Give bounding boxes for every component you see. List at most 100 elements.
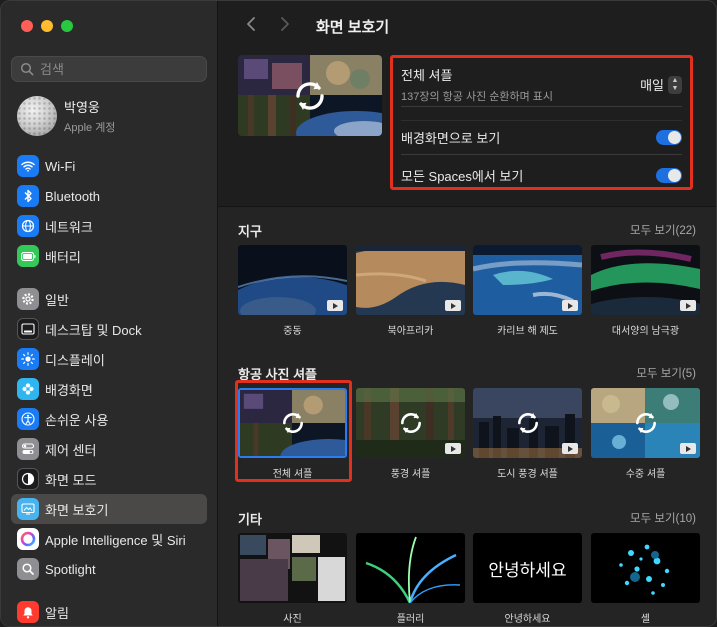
tile-middle-east[interactable]: 중동 bbox=[238, 245, 347, 337]
sidebar-item-label: 디스플레이 bbox=[45, 352, 105, 368]
sidebar-item-screensaver[interactable]: 화면 보호기 bbox=[11, 494, 207, 524]
tile-image bbox=[591, 245, 700, 315]
tile-image bbox=[238, 533, 347, 603]
tile-photos[interactable]: 사진 bbox=[238, 533, 347, 625]
hello-art-text: 안녕하세요 bbox=[488, 560, 567, 581]
tile-label: 셸 bbox=[640, 614, 651, 625]
spaces-toggle[interactable] bbox=[656, 168, 682, 183]
account-name: 박영웅 bbox=[64, 100, 100, 115]
chevron-right-icon bbox=[281, 16, 289, 31]
shuffle-icon bbox=[635, 412, 656, 434]
sidebar-item-displays[interactable]: 디스플레이 bbox=[11, 344, 207, 374]
tile-image bbox=[356, 245, 465, 315]
sidebar-item-siri[interactable]: Apple Intelligence 및 Siri bbox=[11, 524, 207, 554]
play-icon bbox=[562, 443, 578, 454]
play-icon bbox=[445, 300, 461, 311]
bell-icon bbox=[17, 601, 39, 623]
sidebar-item-spotlight[interactable]: Spotlight bbox=[11, 554, 207, 584]
play-icon bbox=[327, 300, 343, 311]
tile-caribbean[interactable]: 카리브 해 제도 bbox=[473, 245, 582, 337]
avatar bbox=[17, 96, 57, 136]
tile-shuffle-underwater[interactable]: 수중 셔플 bbox=[591, 388, 700, 480]
search-field[interactable] bbox=[11, 56, 207, 82]
divider bbox=[401, 154, 682, 155]
frequency-select[interactable]: 매일 ▲ ▼ bbox=[640, 75, 682, 94]
sidebar-item-network[interactable]: 네트워크 bbox=[11, 211, 207, 241]
divider bbox=[401, 106, 682, 107]
sidebar-item-control-center[interactable]: 제어 센터 bbox=[11, 434, 207, 464]
tile-image bbox=[591, 533, 700, 603]
sidebar-item-label: 화면 모드 bbox=[45, 472, 97, 488]
forward-button[interactable] bbox=[272, 15, 298, 38]
tile-image bbox=[238, 388, 347, 458]
tile-shell[interactable]: 셸 bbox=[591, 533, 700, 625]
sidebar-item-desktop-dock[interactable]: 데스크탑 및 Dock bbox=[11, 314, 207, 344]
tile-aurora-atlantic[interactable]: 대서양의 남극광 bbox=[591, 245, 700, 337]
tile-shuffle-landscape[interactable]: 풍경 셔플 bbox=[356, 388, 465, 480]
section-title-other: 기타 bbox=[238, 512, 262, 527]
sidebar-item-notifications[interactable]: 알림 bbox=[11, 597, 207, 626]
sidebar-item-accessibility[interactable]: 손쉬운 사용 bbox=[11, 404, 207, 434]
tile-image bbox=[473, 388, 582, 458]
spaces-row: 모든 Spaces에서 보기 bbox=[401, 166, 682, 185]
wallpaper-row: 배경화면으로 보기 bbox=[401, 128, 682, 147]
sidebar-item-label: 배경화면 bbox=[45, 382, 93, 398]
account-row[interactable]: 박영웅 Apple 계정 bbox=[17, 96, 115, 136]
globe-icon bbox=[17, 215, 39, 237]
spotlight-icon bbox=[17, 558, 39, 580]
sidebar-item-wifi[interactable]: Wi-Fi bbox=[11, 151, 207, 181]
sidebar-item-battery[interactable]: 배터리 bbox=[11, 241, 207, 271]
zoom-button[interactable] bbox=[61, 20, 73, 32]
play-icon bbox=[562, 300, 578, 311]
sidebar-item-general[interactable]: 일반 bbox=[11, 284, 207, 314]
battery-icon bbox=[17, 245, 39, 267]
play-icon bbox=[680, 443, 696, 454]
wallpaper-toggle[interactable] bbox=[656, 130, 682, 145]
wallpaper-label: 배경화면으로 보기 bbox=[401, 131, 501, 146]
flower-icon bbox=[17, 378, 39, 400]
tile-label: 대서양의 남극광 bbox=[611, 326, 680, 337]
tile-label: 플러리 bbox=[396, 614, 425, 625]
siri-icon bbox=[17, 528, 39, 550]
back-button[interactable] bbox=[238, 15, 264, 38]
shuffle-title: 전체 셔플 bbox=[401, 68, 453, 83]
tile-label: 전체 셔플 bbox=[272, 469, 313, 480]
switches-icon bbox=[17, 438, 39, 460]
show-all-earth-button[interactable]: 모두 보기(22) bbox=[630, 222, 696, 238]
sidebar-item-appearance[interactable]: 화면 모드 bbox=[11, 464, 207, 494]
chevron-left-icon bbox=[247, 16, 255, 31]
sidebar-item-label: 일반 bbox=[45, 292, 69, 308]
window-controls bbox=[21, 20, 73, 32]
divider bbox=[401, 120, 682, 121]
accessibility-icon bbox=[17, 408, 39, 430]
tile-hello[interactable]: 안녕하세요 안녕하세요 bbox=[473, 533, 582, 625]
search-input[interactable] bbox=[40, 61, 190, 77]
chevron-updown-icon: ▲ ▼ bbox=[668, 75, 682, 94]
show-all-other-button[interactable]: 모두 보기(10) bbox=[630, 510, 696, 526]
sidebar-item-wallpaper[interactable]: 배경화면 bbox=[11, 374, 207, 404]
minimize-button[interactable] bbox=[41, 20, 53, 32]
tile-north-africa[interactable]: 북아프리카 bbox=[356, 245, 465, 337]
shuffle-icon bbox=[296, 81, 324, 110]
dock-icon bbox=[17, 318, 39, 340]
close-button[interactable] bbox=[21, 20, 33, 32]
tile-shuffle-all[interactable]: 전체 셔플 bbox=[238, 388, 347, 480]
main-pane: 화면 보호기 전체 셔플 137장의 항공 사진 순환하며 표시 매일 ▲ ▼ … bbox=[218, 1, 716, 626]
appearance-icon bbox=[17, 468, 39, 490]
sidebar: 박영웅 Apple 계정 Wi-Fi Bluetooth bbox=[1, 1, 218, 626]
sidebar-item-label: 배터리 bbox=[45, 249, 81, 265]
tile-label: 도시 풍경 셔플 bbox=[497, 469, 558, 480]
toolbar: 화면 보호기 bbox=[218, 1, 716, 51]
tile-shuffle-cityscape[interactable]: 도시 풍경 셔플 bbox=[473, 388, 582, 480]
screensaver-settings-panel: 전체 셔플 137장의 항공 사진 순환하며 표시 매일 ▲ ▼ 배경화면으로 보… bbox=[390, 55, 693, 190]
shell-image bbox=[591, 533, 700, 603]
sidebar-item-label: Apple Intelligence 및 Siri bbox=[45, 532, 186, 548]
sidebar-item-label: 손쉬운 사용 bbox=[45, 412, 109, 428]
shuffle-icon bbox=[400, 412, 421, 434]
sidebar-item-bluetooth[interactable]: Bluetooth bbox=[11, 181, 207, 211]
sidebar-item-label: Spotlight bbox=[45, 561, 96, 577]
shuffle-subtitle: 137장의 항공 사진 순환하며 표시 bbox=[401, 91, 554, 103]
screensaver-icon bbox=[17, 498, 39, 520]
tile-flurry[interactable]: 플러리 bbox=[356, 533, 465, 625]
show-all-shuffle-button[interactable]: 모두 보기(5) bbox=[636, 365, 696, 381]
